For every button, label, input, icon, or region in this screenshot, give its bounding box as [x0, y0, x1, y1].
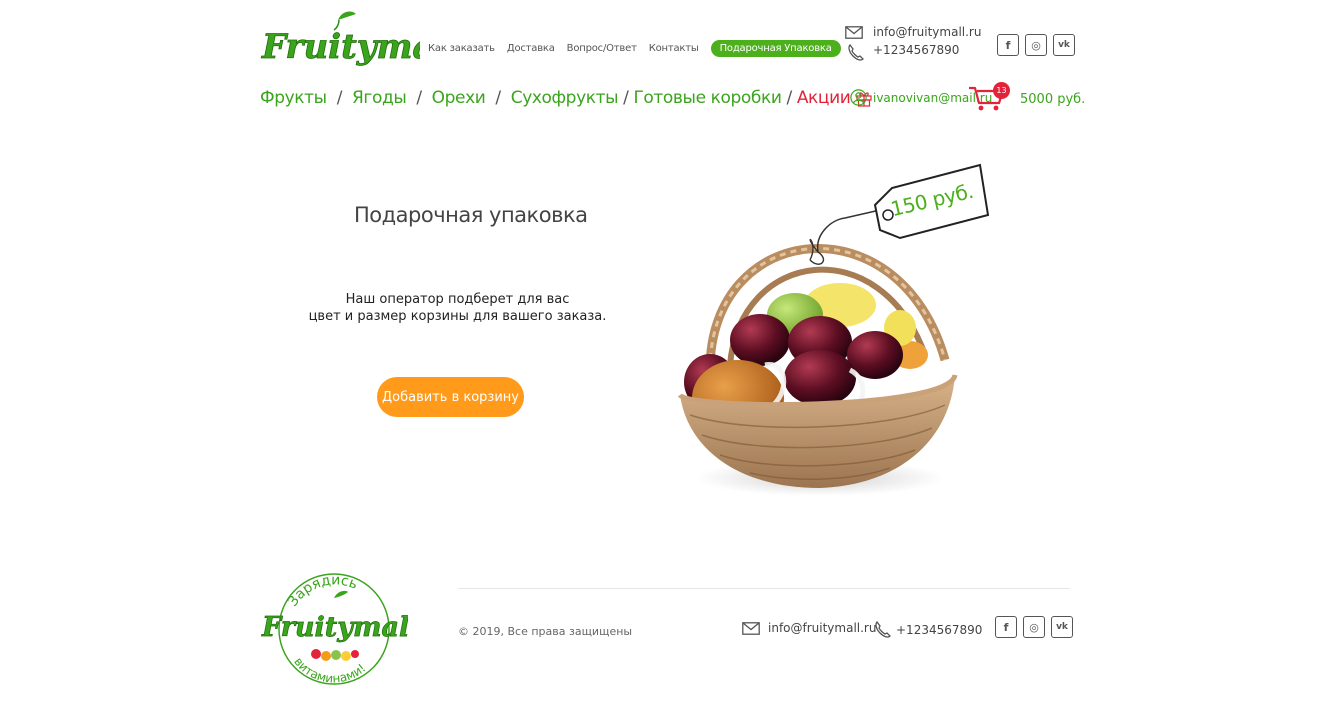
instagram-icon[interactable]: ◎	[1023, 616, 1045, 638]
description-line: цвет и размер корзины для вашего заказа.	[308, 309, 607, 324]
logo-text: Fruitymall	[261, 27, 420, 67]
footer-email[interactable]: info@fruitymall.ru	[742, 621, 876, 635]
vk-icon[interactable]: vk	[1053, 34, 1075, 56]
basket-image	[670, 160, 1000, 510]
topnav-contacts[interactable]: Контакты	[649, 43, 699, 54]
category-berries[interactable]: Ягоды	[352, 88, 407, 108]
footer-email-text: info@fruitymall.ru	[768, 621, 877, 635]
vk-icon[interactable]: vk	[1051, 616, 1073, 638]
description-line: Наш оператор подберет для вас	[345, 292, 570, 307]
nav-separator: /	[336, 88, 343, 108]
mail-icon	[742, 621, 760, 635]
topnav-delivery[interactable]: Доставка	[507, 43, 555, 54]
logo[interactable]: Fruitymall	[260, 8, 420, 68]
add-to-cart-button[interactable]: Добавить в корзину	[377, 377, 524, 417]
category-fruits[interactable]: Фрукты	[260, 88, 327, 108]
facebook-icon[interactable]: f	[997, 34, 1019, 56]
footer-phone-text: +1234567890	[896, 623, 983, 637]
top-nav: Как заказать Доставка Вопрос/Ответ Конта…	[428, 39, 841, 57]
nav-separator: /	[786, 88, 793, 108]
footer-phone[interactable]: +1234567890	[874, 620, 982, 640]
topnav-how-to-order[interactable]: Как заказать	[428, 43, 495, 54]
user-icon	[850, 89, 867, 106]
header-email-text: info@fruitymall.ru	[873, 25, 982, 39]
instagram-icon[interactable]: ◎	[1025, 34, 1047, 56]
topnav-gift-wrap[interactable]: Подарочная Упаковка	[710, 39, 841, 57]
phone-icon	[875, 621, 891, 638]
nav-separator: /	[416, 88, 422, 108]
cart-button[interactable]: 13	[968, 82, 1012, 112]
facebook-icon[interactable]: f	[995, 616, 1017, 638]
product-title: Подарочная упаковка	[354, 203, 588, 227]
cart-sum: 5000 руб.	[1020, 92, 1086, 107]
header-phone-text: +1234567890	[873, 43, 960, 57]
category-dried-fruits[interactable]: Сухофрукты	[511, 88, 619, 108]
topnav-faq[interactable]: Вопрос/Ответ	[567, 43, 637, 54]
social-links-header: f ◎ vk	[997, 34, 1075, 56]
phone-icon	[848, 44, 864, 61]
product-description: Наш оператор подберет для вас цвет и раз…	[300, 291, 615, 325]
badge-logo-text: Fruitymall	[261, 612, 408, 643]
category-nav: Фрукты / Ягоды / Орехи / Сухофрукты / Го…	[260, 88, 873, 108]
footer-logo-badge[interactable]: Зарядись витаминами! Fruitymall	[258, 570, 420, 688]
header-email[interactable]: info@fruitymall.ru	[845, 25, 981, 39]
mail-icon	[845, 25, 863, 39]
social-links-footer: f ◎ vk	[995, 616, 1073, 638]
category-ready-boxes[interactable]: Готовые коробки	[633, 88, 781, 108]
header-phone[interactable]: +1234567890	[845, 43, 960, 61]
copyright: © 2019, Все права защищены	[458, 625, 633, 638]
nav-separator: /	[623, 88, 629, 108]
category-nuts[interactable]: Орехи	[432, 88, 486, 108]
category-promotions[interactable]: Акции	[797, 88, 851, 108]
footer-divider	[458, 588, 1070, 589]
cart-count-badge: 13	[993, 82, 1010, 99]
nav-separator: /	[495, 88, 501, 108]
